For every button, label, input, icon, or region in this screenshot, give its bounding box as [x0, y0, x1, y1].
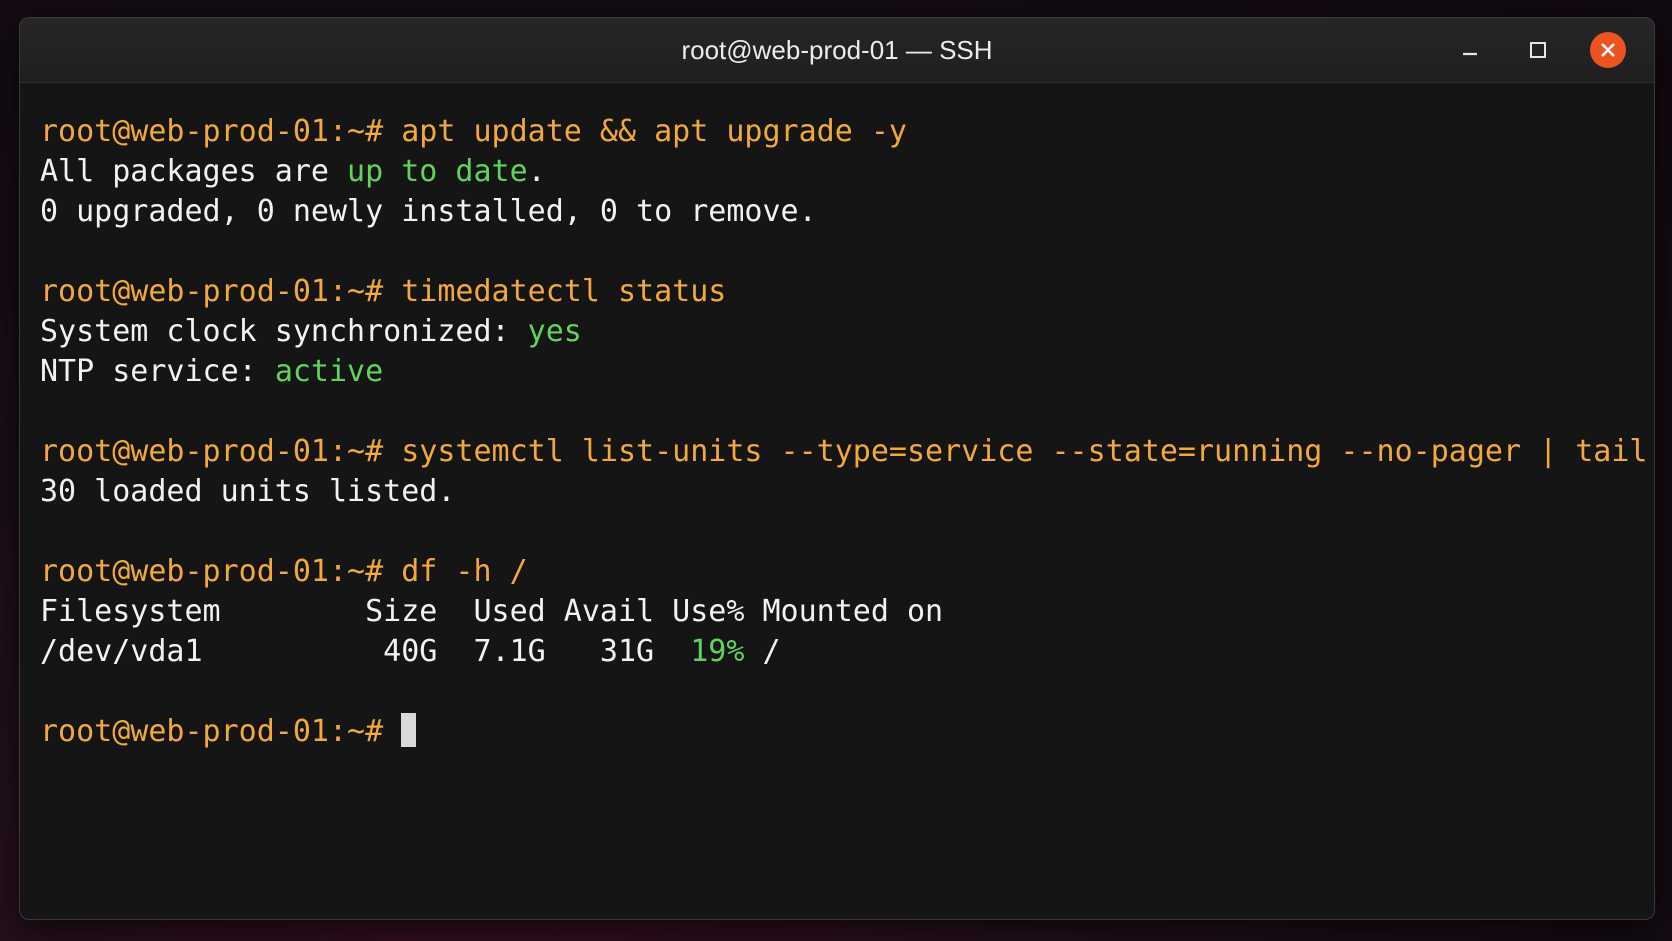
usage-highlight: 19%	[690, 634, 745, 669]
output-line: NTP service: active	[40, 352, 383, 392]
output-line: 30 loaded units listed.	[40, 474, 456, 509]
maximize-icon	[1530, 42, 1546, 58]
command-line: root@web-prod-01:~# systemctl list-units…	[40, 432, 1655, 472]
title-bar[interactable]: root@web-prod-01 — SSH	[20, 18, 1654, 83]
shell-prompt: root@web-prod-01:~#	[40, 554, 402, 589]
output-line: System clock synchronized: yes	[40, 312, 582, 352]
command-line: root@web-prod-01:~# df -h /	[40, 552, 528, 592]
status-highlight: active	[274, 354, 384, 389]
output-line: 0 upgraded, 0 newly installed, 0 to remo…	[40, 194, 817, 229]
output-text: /dev/vda1 40G 7.1G 31G	[40, 634, 691, 669]
status-highlight: yes	[527, 314, 582, 349]
shell-prompt: root@web-prod-01:~#	[40, 714, 402, 749]
minimize-button[interactable]	[1452, 32, 1488, 68]
output-text: All packages are	[40, 154, 348, 189]
command-text: apt update && apt upgrade -y	[401, 114, 907, 149]
terminal-output[interactable]: root@web-prod-01:~# apt update && apt up…	[40, 102, 1647, 909]
shell-prompt: root@web-prod-01:~#	[40, 274, 402, 309]
status-highlight: up to date	[347, 154, 528, 189]
minimize-icon	[1463, 52, 1477, 56]
close-icon	[1601, 43, 1615, 57]
command-line: root@web-prod-01:~# timedatectl status	[40, 272, 726, 312]
command-text: systemctl list-units --type=service --st…	[401, 434, 1655, 469]
command-text: timedatectl status	[401, 274, 727, 309]
output-text: .	[527, 154, 546, 189]
output-text: System clock synchronized:	[40, 314, 528, 349]
terminal-window: root@web-prod-01 — SSH root@web-prod-01:…	[19, 17, 1655, 920]
shell-prompt: root@web-prod-01:~#	[40, 114, 402, 149]
table-row: /dev/vda1 40G 7.1G 31G 19% /	[40, 632, 781, 672]
maximize-button[interactable]	[1520, 32, 1556, 68]
table-header: Filesystem Size Used Avail Use% Mounted …	[40, 594, 944, 629]
output-line: All packages are up to date.	[40, 152, 546, 192]
text-cursor	[401, 713, 417, 747]
window-title: root@web-prod-01 — SSH	[681, 35, 993, 65]
command-text: df -h /	[401, 554, 528, 589]
output-text: NTP service:	[40, 354, 275, 389]
active-prompt-line[interactable]: root@web-prod-01:~#	[40, 712, 417, 752]
shell-prompt: root@web-prod-01:~#	[40, 434, 402, 469]
close-button[interactable]	[1590, 32, 1626, 68]
output-text: /	[744, 634, 781, 669]
command-line: root@web-prod-01:~# apt update && apt up…	[40, 112, 907, 152]
